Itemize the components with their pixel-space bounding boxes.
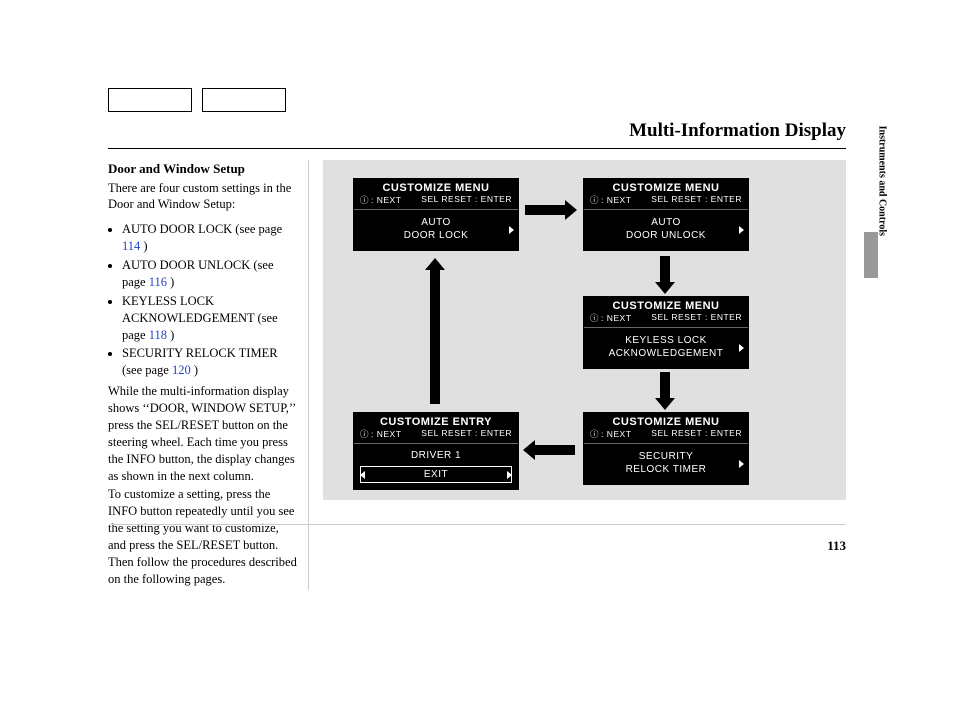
list-item: AUTO DOOR LOCK (see page 114 ) [122, 221, 298, 255]
info-icon: : NEXT [590, 312, 631, 324]
title-rule [108, 148, 846, 149]
caret-left-icon [360, 471, 365, 479]
screen-subtext: SEL RESET : ENTER [651, 194, 742, 206]
arrow-right-icon [525, 205, 565, 215]
screen-keyless-lock-ack: CUSTOMIZE MENU : NEXTSEL RESET : ENTER K… [583, 296, 749, 369]
arrow-down-icon [660, 372, 670, 398]
caret-right-icon [739, 460, 744, 468]
page-title: Multi-Information Display [629, 120, 846, 142]
info-icon: : NEXT [590, 428, 631, 440]
screen-auto-door-unlock: CUSTOMIZE MENU : NEXTSEL RESET : ENTER A… [583, 178, 749, 251]
page-number: 113 [827, 538, 846, 554]
placeholder-box [202, 88, 286, 112]
arrow-left-icon [535, 445, 575, 455]
page-link[interactable]: 114 [122, 239, 140, 253]
intro-paragraph: There are four custom settings in the Do… [108, 180, 298, 214]
screen-subtext: SEL RESET : ENTER [651, 312, 742, 324]
arrow-up-icon [430, 270, 440, 404]
caret-right-icon [507, 471, 512, 479]
subheading: Door and Window Setup [108, 160, 298, 178]
arrow-down-icon [660, 256, 670, 282]
flow-diagram: CUSTOMIZE MENU : NEXTSEL RESET : ENTER A… [323, 160, 846, 500]
info-icon: : NEXT [590, 194, 631, 206]
screen-subtext: SEL RESET : ENTER [421, 194, 512, 206]
page-link[interactable]: 118 [149, 328, 167, 342]
paragraph: While the multi-information display show… [108, 383, 298, 484]
footer-rule [110, 524, 846, 525]
entry-exit-row: EXIT [360, 466, 512, 483]
screen-title: CUSTOMIZE MENU [584, 413, 748, 428]
screen-title: CUSTOMIZE ENTRY [354, 413, 518, 428]
screen-customize-entry: CUSTOMIZE ENTRY : NEXTSEL RESET : ENTER … [353, 412, 519, 490]
screen-subtext: SEL RESET : ENTER [651, 428, 742, 440]
top-placeholder-boxes [108, 88, 286, 112]
text-column: Door and Window Setup There are four cus… [108, 160, 309, 590]
caret-right-icon [509, 226, 514, 234]
screen-title: CUSTOMIZE MENU [584, 297, 748, 312]
screen-title: CUSTOMIZE MENU [584, 179, 748, 194]
page-link[interactable]: 120 [172, 363, 191, 377]
screen-subtext: SEL RESET : ENTER [421, 428, 512, 440]
list-item: KEYLESS LOCK ACKNOWLEDGEMENT (see page 1… [122, 293, 298, 344]
side-tab-marker [864, 232, 878, 278]
page-link[interactable]: 116 [149, 275, 167, 289]
screen-title: CUSTOMIZE MENU [354, 179, 518, 194]
paragraph: To customize a setting, press the INFO b… [108, 486, 298, 587]
caret-right-icon [739, 344, 744, 352]
list-item: AUTO DOOR UNLOCK (see page 116 ) [122, 257, 298, 291]
info-icon: : NEXT [360, 194, 401, 206]
info-icon: : NEXT [360, 428, 401, 440]
screen-security-relock: CUSTOMIZE MENU : NEXTSEL RESET : ENTER S… [583, 412, 749, 485]
section-side-label: Instruments and Controls [876, 126, 887, 236]
entry-driver: DRIVER 1 [354, 447, 518, 464]
screen-auto-door-lock: CUSTOMIZE MENU : NEXTSEL RESET : ENTER A… [353, 178, 519, 251]
settings-list: AUTO DOOR LOCK (see page 114 ) AUTO DOOR… [108, 221, 298, 379]
caret-right-icon [739, 226, 744, 234]
list-item: SECURITY RELOCK TIMER (see page 120 ) [122, 345, 298, 379]
placeholder-box [108, 88, 192, 112]
